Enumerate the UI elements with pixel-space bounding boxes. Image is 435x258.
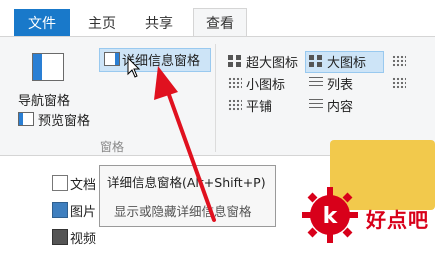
tree-item-pictures[interactable]: 图片 xyxy=(70,201,96,220)
tab-file[interactable]: 文件 xyxy=(14,9,70,36)
mouse-cursor-icon xyxy=(127,57,141,78)
small-icons-icon xyxy=(228,77,242,89)
extra-large-icons-icon xyxy=(228,55,242,67)
layout-extra-large-icons[interactable]: 超大图标 xyxy=(246,52,298,71)
preview-pane-button[interactable]: 预览窗格 xyxy=(38,110,90,129)
details-pane-icon xyxy=(104,52,120,66)
tiles-icon xyxy=(228,99,242,111)
tree-item-documents[interactable]: 文档 xyxy=(70,174,96,193)
list-icon xyxy=(309,77,323,89)
layout-small-icons[interactable]: 小图标 xyxy=(246,74,285,93)
panes-group-label: 窗格 xyxy=(100,140,125,154)
navigation-pane-button[interactable]: 导航窗格 xyxy=(18,90,70,109)
content-icon xyxy=(309,99,323,111)
ribbon-tab-bar: 文件 主页 共享 查看 xyxy=(0,0,435,36)
watermark-logo-icon: k xyxy=(302,187,358,243)
layout-list[interactable]: 列表 xyxy=(327,74,353,93)
pictures-icon xyxy=(52,202,68,218)
layout-content[interactable]: 内容 xyxy=(327,96,353,115)
document-icon xyxy=(52,175,68,191)
tab-share[interactable]: 共享 xyxy=(135,9,183,36)
tab-home[interactable]: 主页 xyxy=(80,9,124,36)
tooltip-title: 详细信息窗格(Alt+Shift+P) xyxy=(107,175,266,190)
tab-view[interactable]: 查看 xyxy=(193,8,247,36)
ribbon-separator xyxy=(215,44,216,152)
details-view-icon[interactable] xyxy=(392,77,406,89)
tooltip-description: 显示或隐藏详细信息窗格 xyxy=(114,204,252,219)
medium-icons-icon[interactable] xyxy=(392,55,406,67)
tree-item-videos[interactable]: 视频 xyxy=(70,228,96,247)
videos-icon xyxy=(52,229,68,245)
layout-tiles[interactable]: 平铺 xyxy=(246,96,272,115)
svg-text:k: k xyxy=(323,204,339,229)
preview-pane-icon xyxy=(18,112,34,126)
large-icons-icon xyxy=(309,55,323,67)
watermark-text: 好点吧 xyxy=(366,208,429,232)
layout-large-icons-label: 大图标 xyxy=(327,56,367,71)
tooltip: 详细信息窗格(Alt+Shift+P) 显示或隐藏详细信息窗格 xyxy=(99,165,276,227)
navigation-pane-icon[interactable] xyxy=(32,53,64,81)
